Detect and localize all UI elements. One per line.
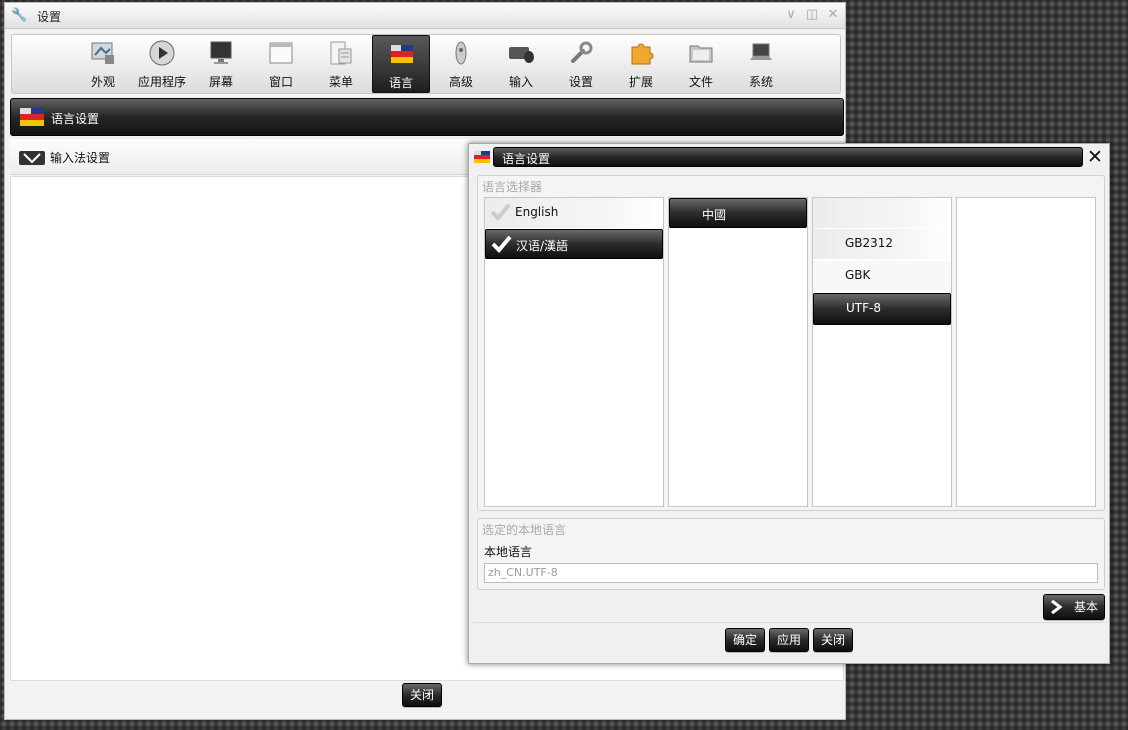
checkmark-icon	[490, 203, 511, 221]
dialog-title: 语言设置	[502, 152, 551, 166]
tool-label: 屏幕	[208, 75, 233, 89]
rocket-icon	[455, 41, 467, 65]
local-language-field[interactable]: zh_CN.UTF-8	[484, 563, 1098, 583]
language-selector-group: 语言选择器 English 汉语/漢語 中國 GB2312 GBK UTF-8	[477, 175, 1105, 511]
flag-icon	[474, 151, 490, 163]
tool-label: 菜单	[328, 75, 353, 89]
section-header: 语言设置	[10, 98, 844, 136]
tool-settings[interactable]: 设置	[552, 35, 610, 93]
tool-label: 应用程序	[137, 75, 186, 89]
region-list: 中國	[668, 197, 808, 507]
tool-label: 扩展	[628, 75, 653, 89]
folder-icon	[689, 45, 713, 63]
list-item-label: GB2312	[845, 236, 894, 250]
close-button[interactable]: 关闭	[813, 628, 853, 652]
window-icon	[269, 42, 293, 64]
list-item-label: English	[515, 205, 559, 219]
tool-label: 文件	[688, 75, 713, 89]
keyboard-mouse-icon	[509, 47, 534, 63]
tool-advanced[interactable]: 高级	[432, 35, 490, 93]
divider	[473, 622, 1105, 623]
language-list: English 汉语/漢語	[484, 197, 664, 507]
list-item-label: UTF-8	[846, 301, 881, 315]
local-language-label: 本地语言	[484, 545, 533, 559]
list-item-china[interactable]: 中國	[669, 198, 807, 228]
list-item-utf8[interactable]: UTF-8	[813, 293, 951, 325]
tool-label: 窗口	[268, 75, 293, 89]
selector-group-title: 语言选择器	[482, 180, 543, 194]
local-group-title: 选定的本地语言	[482, 523, 567, 537]
puzzle-icon	[631, 43, 654, 65]
title-bar: 🔧 设置 ∨ ◫ ✕	[5, 3, 845, 29]
basic-button[interactable]: 基本	[1043, 594, 1105, 620]
play-icon	[149, 40, 175, 66]
tool-label: 语言	[388, 76, 413, 90]
tool-window[interactable]: 窗口	[252, 35, 310, 93]
wrench-icon	[571, 41, 593, 63]
tool-extensions[interactable]: 扩展	[612, 35, 670, 93]
menu-icon	[330, 41, 352, 65]
list-item-gbk[interactable]: GBK	[813, 261, 951, 291]
local-language-group: 选定的本地语言 本地语言 zh_CN.UTF-8	[477, 518, 1105, 590]
close-icon[interactable]: ✕	[825, 7, 841, 23]
list-item-label: GBK	[845, 268, 871, 282]
window-controls: ∨ ◫ ✕	[783, 7, 841, 23]
list-item-blank[interactable]	[813, 198, 951, 228]
dialog-title-bar: 语言设置 ✕	[469, 144, 1109, 170]
checkmark-icon	[491, 235, 512, 253]
tool-files[interactable]: 文件	[672, 35, 730, 93]
dialog-title-strip: 语言设置	[493, 147, 1083, 167]
flag-icon	[20, 108, 44, 126]
window-title: 设置	[37, 10, 62, 24]
basic-button-label: 基本	[1074, 600, 1099, 614]
laptop-icon	[750, 43, 772, 60]
category-toolbar: 外观 应用程序 屏幕 窗口 菜单 语言 高级 输入 设置 扩展 文件 系统	[11, 34, 841, 94]
encoding-list: GB2312 GBK UTF-8	[812, 197, 952, 507]
input-method-title: 输入法设置	[50, 151, 111, 165]
chevron-right-icon	[1051, 599, 1063, 615]
main-close-button[interactable]: 关闭	[402, 683, 442, 707]
language-dialog: 语言设置 ✕ 语言选择器 English 汉语/漢語 中國 GB2312 GBK…	[468, 143, 1110, 664]
list-item-english[interactable]: English	[485, 198, 663, 228]
wrench-icon: 🔧	[11, 8, 28, 23]
keyboard-icon	[19, 151, 45, 165]
tool-appearance[interactable]: 外观	[74, 35, 132, 93]
monitor-icon	[210, 41, 232, 64]
tool-label: 系统	[748, 75, 773, 89]
tool-applications[interactable]: 应用程序	[131, 35, 193, 93]
tool-label: 高级	[448, 75, 473, 89]
tool-menu[interactable]: 菜单	[312, 35, 370, 93]
list-item-gb2312[interactable]: GB2312	[813, 229, 951, 259]
maximize-icon[interactable]: ◫	[804, 7, 820, 23]
list-item-label: 中國	[702, 208, 727, 222]
section-title: 语言设置	[51, 112, 100, 126]
tool-label: 设置	[568, 75, 593, 89]
close-icon[interactable]: ✕	[1085, 147, 1105, 167]
tool-system[interactable]: 系统	[732, 35, 790, 93]
minimize-icon[interactable]: ∨	[783, 7, 799, 23]
tool-label: 输入	[508, 75, 533, 89]
tool-screen[interactable]: 屏幕	[192, 35, 250, 93]
tool-language[interactable]: 语言	[372, 35, 430, 93]
flag-icon	[391, 45, 413, 63]
list-item-chinese[interactable]: 汉语/漢語	[485, 229, 663, 259]
apply-button[interactable]: 应用	[769, 628, 809, 652]
ok-button[interactable]: 确定	[725, 628, 765, 652]
tool-label: 外观	[90, 75, 115, 89]
extra-list	[956, 197, 1096, 507]
appearance-icon	[91, 42, 114, 64]
tool-input[interactable]: 输入	[492, 35, 550, 93]
list-item-label: 汉语/漢語	[516, 239, 569, 253]
